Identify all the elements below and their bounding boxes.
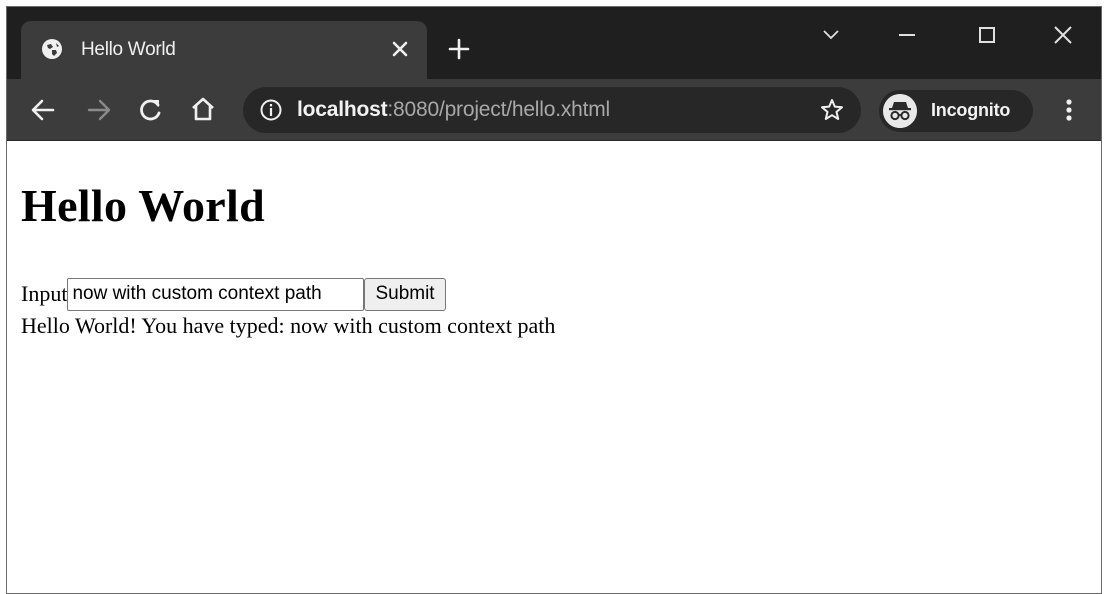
- info-icon[interactable]: [259, 98, 283, 122]
- url-path: :8080/project/hello.xhtml: [387, 98, 611, 121]
- minimize-icon[interactable]: [893, 21, 921, 49]
- output-message: Hello World! You have typed: now with cu…: [21, 313, 556, 338]
- globe-icon: [42, 39, 62, 59]
- tab-title: Hello World: [81, 39, 176, 60]
- page-content: Hello World Input Submit Hello World! Yo…: [7, 141, 1101, 593]
- incognito-profile-button[interactable]: Incognito: [879, 90, 1033, 132]
- tab-hello-world[interactable]: Hello World: [21, 21, 427, 79]
- chevron-down-icon[interactable]: [817, 21, 845, 49]
- address-bar[interactable]: localhost:8080/project/hello.xhtml: [243, 87, 861, 133]
- plus-icon[interactable]: [447, 37, 471, 61]
- page-title: Hello World: [21, 180, 265, 231]
- back-arrow-icon[interactable]: [29, 96, 57, 124]
- home-icon[interactable]: [189, 95, 217, 123]
- kebab-menu-icon[interactable]: [1055, 96, 1083, 124]
- text-input[interactable]: [67, 277, 365, 311]
- url-text: localhost:8080/project/hello.xhtml: [297, 98, 610, 122]
- close-window-icon[interactable]: [1049, 21, 1077, 49]
- submit-button[interactable]: Submit: [364, 277, 446, 311]
- url-host: localhost: [297, 98, 388, 121]
- hello-form: Input Submit: [21, 277, 446, 311]
- browser-window: Hello World localhost:8080/project/hello…: [6, 6, 1102, 594]
- incognito-icon: [883, 94, 917, 128]
- title-bar: Hello World: [7, 7, 1101, 79]
- forward-arrow-icon[interactable]: [85, 96, 113, 124]
- input-label: Input: [21, 281, 68, 306]
- star-icon[interactable]: [819, 97, 845, 123]
- maximize-icon[interactable]: [973, 21, 1001, 49]
- close-icon[interactable]: [389, 38, 411, 60]
- toolbar: localhost:8080/project/hello.xhtml Incog…: [7, 79, 1101, 141]
- incognito-label: Incognito: [931, 100, 1011, 120]
- reload-icon[interactable]: [137, 96, 165, 124]
